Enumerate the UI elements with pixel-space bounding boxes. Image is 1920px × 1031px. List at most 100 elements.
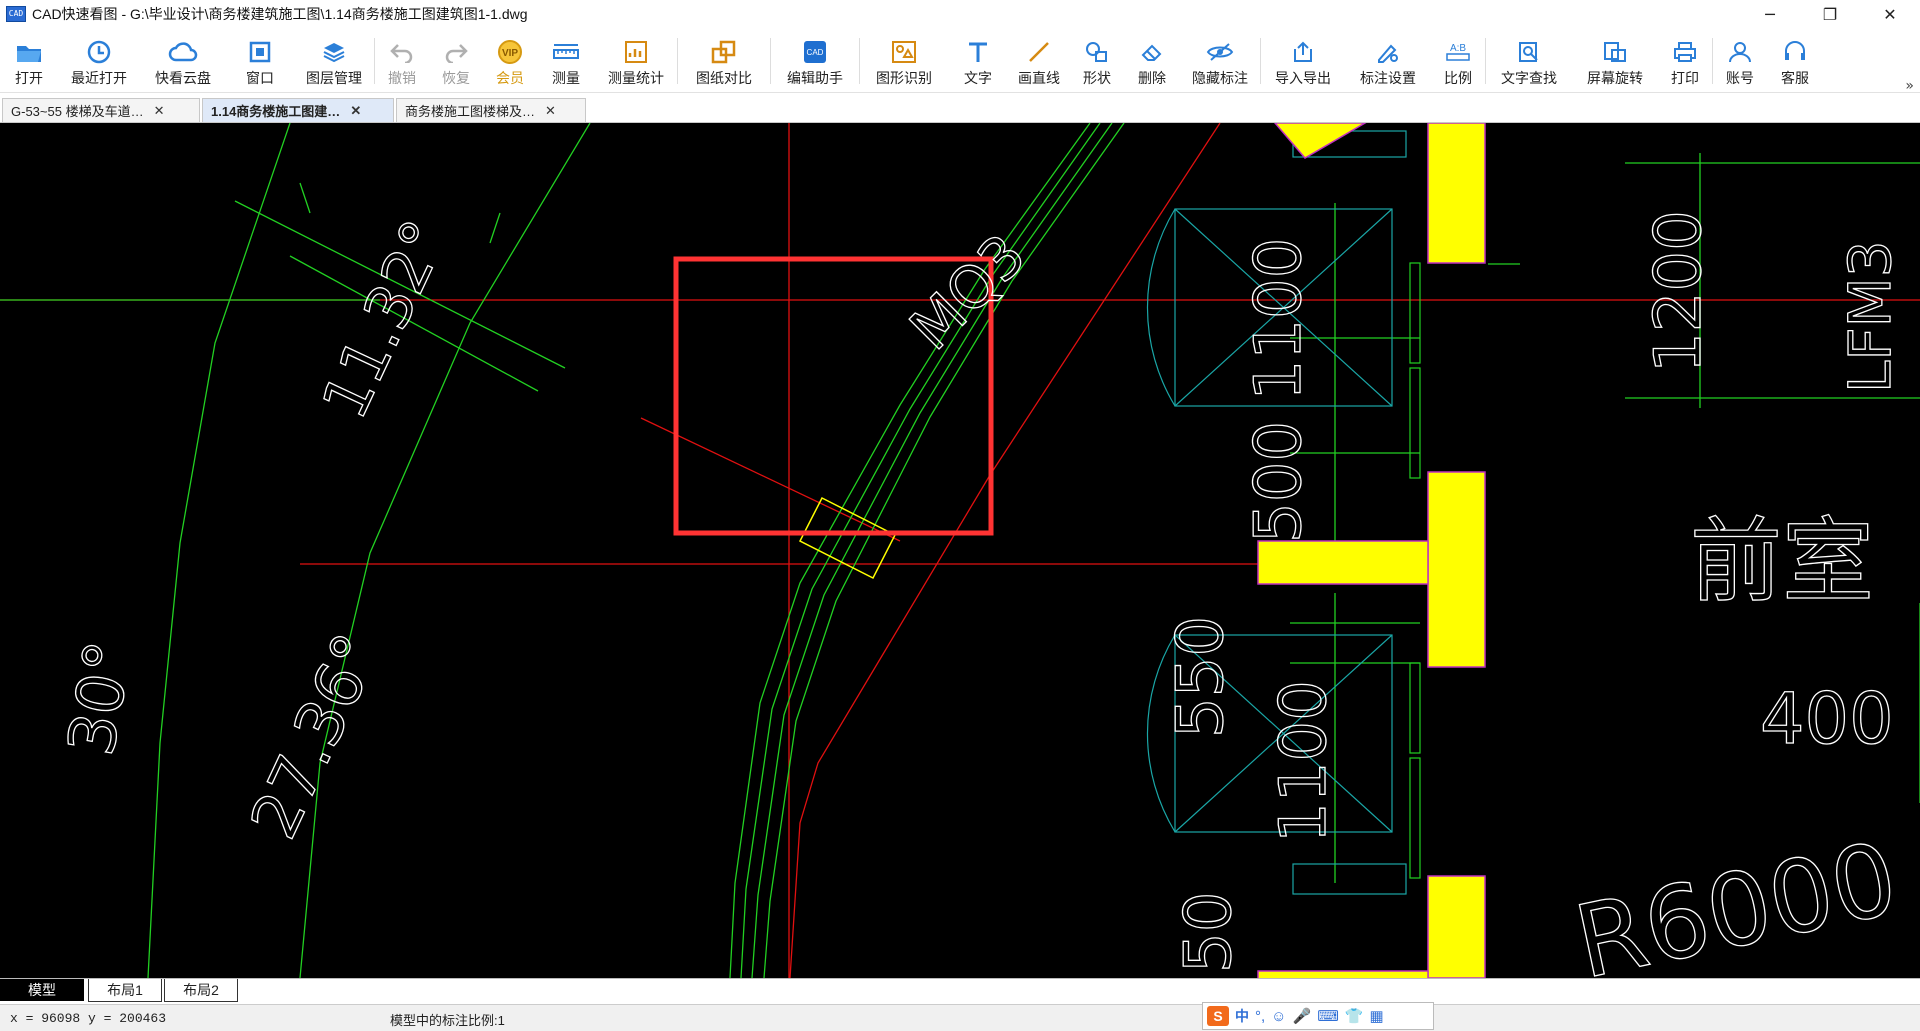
recent-open-button[interactable]: 最近打开	[58, 28, 140, 92]
close-icon[interactable]: ✕	[350, 103, 361, 119]
dim-label-500-1100: 500 1100	[1242, 238, 1316, 543]
print-button[interactable]: 打印	[1658, 28, 1712, 92]
cad-drawing: 11.32° MQ3 27.36° 30° 500 1100 1200 LFM3…	[0, 123, 1920, 978]
tab-model[interactable]: 模型	[0, 979, 84, 1001]
title-bar: CAD CAD快速看图 - G:\毕业设计\商务楼建筑施工图\1.14商务楼施工…	[0, 0, 1920, 28]
dim-label-1200: 1200	[1642, 210, 1716, 373]
status-bar: x = 96098 y = 200463 模型中的标注比例:1	[0, 1004, 1920, 1031]
shape-recognition-icon	[889, 38, 919, 66]
text-icon	[963, 38, 993, 66]
annotation-scale: 模型中的标注比例:1	[390, 1013, 505, 1028]
annotation-settings-icon	[1373, 38, 1403, 66]
line-icon	[1024, 38, 1054, 66]
cursor-coordinates: x = 96098 y = 200463	[10, 1011, 167, 1026]
angle-label-3: 30°	[55, 636, 148, 761]
hide-eye-icon	[1205, 38, 1235, 66]
dim-label-550: 550	[1164, 616, 1238, 738]
import-export-icon	[1288, 38, 1318, 66]
customer-service-button[interactable]: 客服	[1767, 28, 1823, 92]
window-icon	[245, 38, 275, 66]
text-button[interactable]: 文字	[948, 28, 1008, 92]
measure-stats-button[interactable]: 测量统计	[595, 28, 677, 92]
microphone-icon[interactable]: 🎤	[1293, 1007, 1312, 1025]
hide-annotation-button[interactable]: 隐藏标注	[1180, 28, 1260, 92]
shape-recognition-button[interactable]: 图形识别	[860, 28, 948, 92]
import-export-button[interactable]: 导入导出	[1261, 28, 1345, 92]
svg-text:A:B: A:B	[1450, 43, 1466, 54]
measure-stats-icon	[621, 38, 651, 66]
sogou-logo-icon[interactable]: S	[1207, 1006, 1229, 1026]
tab-layout-1[interactable]: 布局1	[88, 979, 162, 1002]
tab-document-3[interactable]: 商务楼施工图楼梯及… ✕	[396, 98, 586, 122]
screen-rotate-icon	[1600, 38, 1630, 66]
ime-language[interactable]: 中	[1235, 1006, 1249, 1026]
tab-label: G-53~55 楼梯及车道…	[11, 104, 144, 119]
dim-label-1100: 1100	[1267, 680, 1341, 843]
app-logo-icon: CAD	[6, 6, 26, 22]
shapes-button[interactable]: 形状	[1070, 28, 1124, 92]
toolbar-overflow-button[interactable]: »	[1905, 78, 1914, 94]
measure-button[interactable]: 测量	[537, 28, 595, 92]
edit-assistant-icon: CAD	[800, 38, 830, 66]
svg-text:CAD: CAD	[807, 48, 824, 57]
skin-icon[interactable]: 👕	[1345, 1007, 1364, 1025]
eraser-icon	[1137, 38, 1167, 66]
dim-label-50: 50	[1172, 892, 1246, 973]
restore-button[interactable]: ❐	[1800, 0, 1860, 28]
text-search-button[interactable]: 文字查找	[1486, 28, 1572, 92]
close-button[interactable]: ✕	[1860, 0, 1920, 28]
undo-button[interactable]: 撤销	[375, 28, 429, 92]
layers-icon	[319, 38, 349, 66]
drawing-compare-button[interactable]: 图纸对比	[678, 28, 770, 92]
draw-line-button[interactable]: 画直线	[1008, 28, 1070, 92]
room-label: 前室	[1690, 508, 1874, 615]
radius-label: R6000	[1566, 820, 1907, 978]
open-folder-icon	[14, 38, 44, 66]
text-search-icon	[1514, 38, 1544, 66]
main-toolbar: 打开 最近打开 快看云盘 窗口 图层管理 撤销 恢复 VIP 会员 测量 测量统…	[0, 28, 1920, 94]
account-icon	[1725, 38, 1755, 66]
recent-clock-icon	[84, 38, 114, 66]
angle-label-2: 27.36°	[237, 623, 395, 849]
undo-icon	[387, 38, 417, 66]
account-button[interactable]: 账号	[1713, 28, 1767, 92]
tab-layout-2[interactable]: 布局2	[164, 979, 238, 1002]
document-tabs: G-53~55 楼梯及车道… ✕ 1.14商务楼施工图建… ✕ 商务楼施工图楼梯…	[0, 97, 1920, 123]
punctuation-icon[interactable]: °,	[1255, 1008, 1265, 1025]
cad-text-labels: 11.32° MQ3 27.36° 30° 500 1100 1200 LFM3…	[54, 209, 1907, 978]
layout-tabs: 模型 布局1 布局2	[0, 978, 1920, 1005]
screen-rotate-button[interactable]: 屏幕旋转	[1572, 28, 1658, 92]
vip-member-button[interactable]: VIP 会员	[483, 28, 537, 92]
scale-button[interactable]: A:B 比例	[1431, 28, 1485, 92]
scale-icon: A:B	[1443, 38, 1473, 66]
close-icon[interactable]: ✕	[154, 103, 165, 119]
printer-icon	[1670, 38, 1700, 66]
lfm3-label: LFM3	[1836, 240, 1904, 393]
headset-icon	[1780, 38, 1810, 66]
svg-text:VIP: VIP	[502, 48, 518, 59]
layer-management-button[interactable]: 图层管理	[294, 28, 374, 92]
cloud-icon	[168, 38, 198, 66]
tab-label: 商务楼施工图楼梯及…	[405, 104, 536, 119]
close-icon[interactable]: ✕	[545, 103, 556, 119]
toolbox-grid-icon[interactable]: ▦	[1370, 1007, 1384, 1025]
mq3-label: MQ3	[897, 221, 1039, 363]
annotation-settings-button[interactable]: 标注设置	[1345, 28, 1431, 92]
emoji-icon[interactable]: ☺	[1271, 1008, 1286, 1025]
cloud-disk-button[interactable]: 快看云盘	[140, 28, 226, 92]
redo-button[interactable]: 恢复	[429, 28, 483, 92]
minimize-button[interactable]: ─	[1740, 0, 1800, 28]
keyboard-icon[interactable]: ⌨	[1317, 1007, 1339, 1025]
ruler-icon	[551, 38, 581, 66]
tab-document-1[interactable]: G-53~55 楼梯及车道… ✕	[2, 98, 200, 122]
tab-document-2[interactable]: 1.14商务楼施工图建… ✕	[202, 98, 394, 122]
vip-icon: VIP	[495, 38, 525, 66]
delete-button[interactable]: 删除	[1124, 28, 1180, 92]
open-button[interactable]: 打开	[0, 28, 58, 92]
shapes-icon	[1082, 38, 1112, 66]
ime-toolbar[interactable]: S 中 °, ☺ 🎤 ⌨ 👕 ▦	[1202, 1002, 1434, 1030]
dim-label-400: 400	[1760, 678, 1894, 760]
window-menu-button[interactable]: 窗口	[226, 28, 294, 92]
cad-drawing-canvas[interactable]: 11.32° MQ3 27.36° 30° 500 1100 1200 LFM3…	[0, 123, 1920, 978]
edit-assistant-button[interactable]: CAD 编辑助手	[771, 28, 859, 92]
